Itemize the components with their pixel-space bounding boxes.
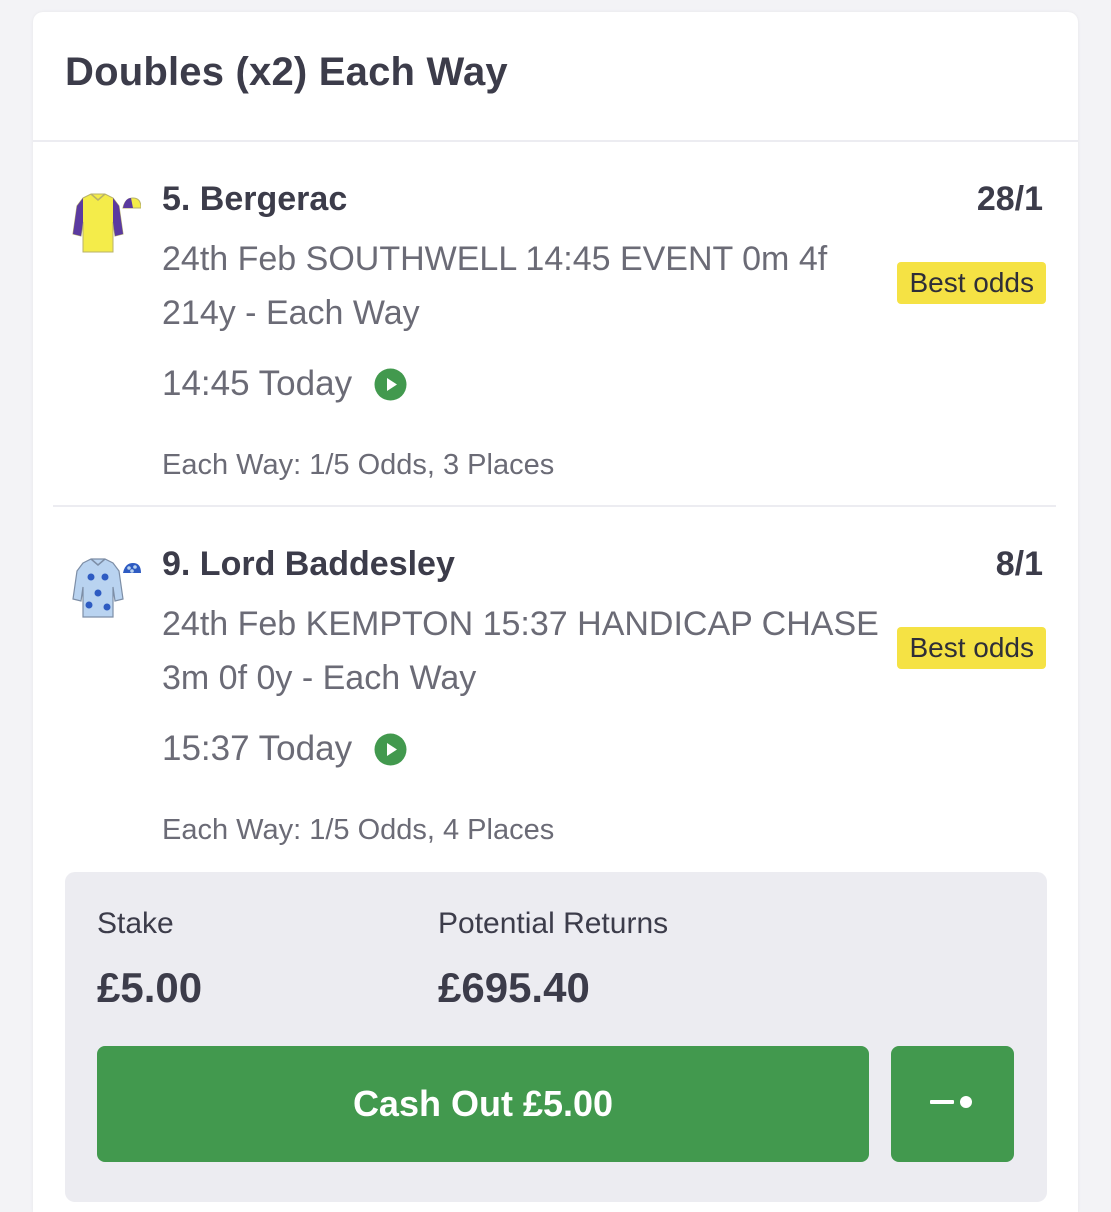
selection-time: 15:37 Today: [162, 729, 407, 769]
each-way-terms: Each Way: 1/5 Odds, 3 Places: [162, 449, 555, 481]
potential-returns-label: Potential Returns: [438, 907, 669, 940]
stake-label: Stake: [97, 907, 174, 940]
race-time: 14:45 Today: [162, 364, 353, 403]
selection-odds: 28/1: [976, 180, 1043, 218]
partial-cashout-slider-icon: [928, 1092, 978, 1117]
potential-returns-value: £695.40: [438, 964, 590, 1011]
selection-time: 14:45 Today: [162, 364, 407, 404]
jockey-silks-yellow-purple-icon: [61, 190, 142, 270]
race-time: 15:37 Today: [162, 729, 353, 768]
stake-value: £5.00: [97, 964, 203, 1011]
jockey-silks-lightblue-spots-icon: [61, 555, 141, 635]
selection-item: 9. Lord Baddesley 8/1 Best odds 24th Feb…: [33, 507, 1078, 867]
live-stream-play-icon[interactable]: [374, 733, 407, 766]
cash-out-button[interactable]: Cash Out £5.00: [97, 1046, 869, 1162]
stake-panel: Stake Potential Returns £5.00 £695.40 Ca…: [65, 872, 1047, 1202]
live-stream-play-icon[interactable]: [374, 368, 407, 401]
bet-header: Doubles (x2) Each Way: [33, 12, 1078, 142]
best-odds-badge: Best odds: [897, 262, 1046, 304]
selection-odds: 8/1: [995, 545, 1043, 583]
bet-title: Doubles (x2) Each Way: [65, 50, 508, 94]
partial-cashout-slider-button[interactable]: [891, 1046, 1014, 1162]
each-way-terms: Each Way: 1/5 Odds, 4 Places: [162, 814, 555, 846]
bet-card: Doubles (x2) Each Way 5. Bergerac 28/1 B…: [33, 12, 1078, 1212]
selection-item: 5. Bergerac 28/1 Best odds 24th Feb SOUT…: [33, 142, 1078, 505]
selection-event: 24th Feb SOUTHWELL 14:45 EVENT 0m 4f 214…: [162, 240, 828, 332]
selection-name: 9. Lord Baddesley: [162, 545, 455, 583]
selection-name: 5. Bergerac: [162, 180, 348, 218]
best-odds-badge: Best odds: [897, 627, 1046, 669]
selection-event: 24th Feb KEMPTON 15:37 HANDICAP CHASE 3m…: [162, 605, 879, 697]
